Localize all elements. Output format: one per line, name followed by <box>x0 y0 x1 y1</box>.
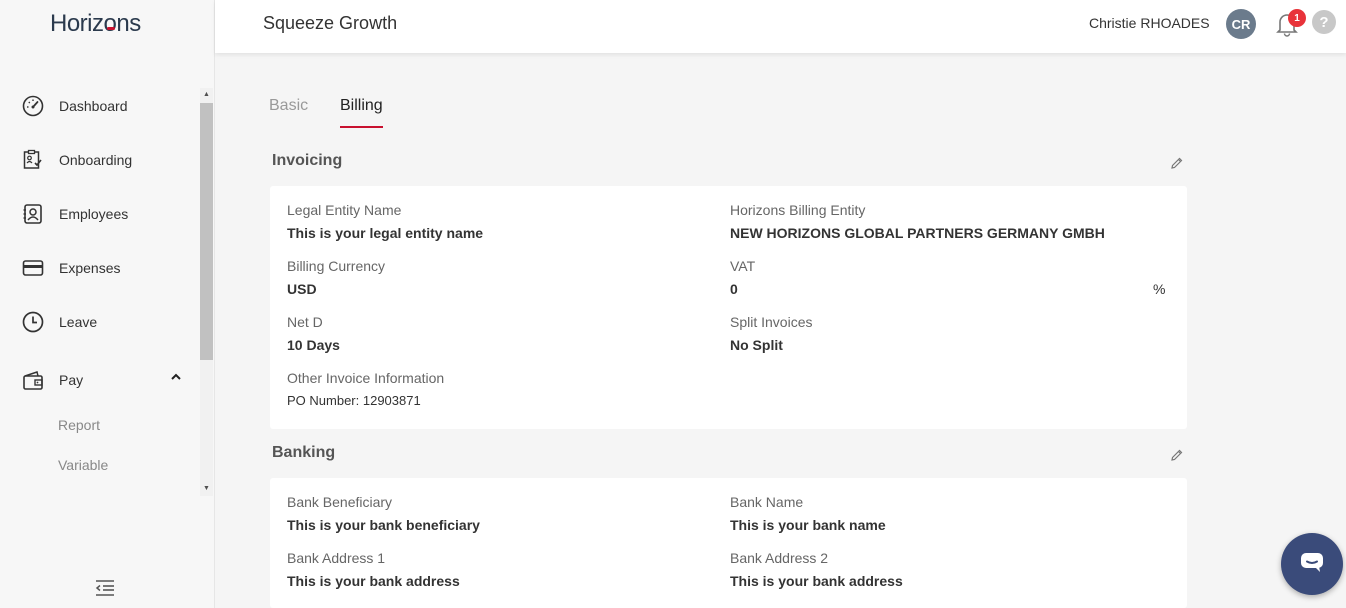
bank-address-1-label: Bank Address 1 <box>287 550 386 566</box>
section-title-banking: Banking <box>272 444 336 461</box>
sidebar-item-label: Leave <box>59 314 98 330</box>
edit-pencil-icon[interactable] <box>1170 156 1184 170</box>
notification-badge: 1 <box>1288 9 1306 27</box>
sidebar-scrollbar-thumb[interactable] <box>200 103 213 360</box>
tab-basic[interactable]: Basic <box>269 97 308 115</box>
page-title: Squeeze Growth <box>263 13 398 33</box>
vat-unit: % <box>1153 281 1166 297</box>
active-tab-indicator <box>340 126 383 128</box>
wallet-icon <box>22 369 44 391</box>
sidebar-item-employees[interactable]: Employees <box>22 200 192 228</box>
sidebar-item-label: Expenses <box>59 260 121 276</box>
bank-name-label: Bank Name <box>730 494 804 510</box>
sidebar-item-expenses[interactable]: Expenses <box>22 254 192 282</box>
scroll-up-arrow-icon[interactable]: ▲ <box>200 89 213 101</box>
sidebar-subitem-report[interactable]: Report <box>58 417 100 433</box>
sidebar-item-dashboard[interactable]: Dashboard <box>22 92 192 120</box>
sidebar-item-pay[interactable]: Pay <box>22 366 192 394</box>
split-invoices-value: No Split <box>730 337 783 353</box>
sidebar-item-label: Pay <box>59 372 84 388</box>
section-title-invoicing: Invoicing <box>272 152 343 169</box>
bank-address-2-label: Bank Address 2 <box>730 550 829 566</box>
vat-value: 0 <box>730 281 738 297</box>
legal-entity-name-label: Legal Entity Name <box>287 202 402 218</box>
credit-card-icon <box>22 257 44 279</box>
vat-label: VAT <box>730 258 756 274</box>
employees-badge-icon <box>22 203 44 225</box>
sidebar-item-onboarding[interactable]: Onboarding <box>22 146 192 174</box>
sidebar-subitem-variable[interactable]: Variable <box>58 457 108 473</box>
help-icon[interactable]: ? <box>1312 10 1336 34</box>
billing-entity-value: NEW HORIZONS GLOBAL PARTNERS GERMANY GMB… <box>730 225 1105 241</box>
avatar[interactable]: CR <box>1226 9 1256 39</box>
sidebar-item-leave[interactable]: Leave <box>22 308 192 336</box>
billing-currency-value: USD <box>287 281 317 297</box>
dashboard-gauge-icon <box>22 95 44 117</box>
onboarding-clipboard-icon <box>22 149 44 171</box>
bank-name-value: This is your bank name <box>730 517 886 533</box>
bank-address-2-value: This is your bank address <box>730 573 903 589</box>
net-d-label: Net D <box>287 314 323 330</box>
chat-bubble-icon <box>1299 550 1325 579</box>
bank-beneficiary-value: This is your bank beneficiary <box>287 517 480 533</box>
sidebar: Horizons Dashboard Onboarding Employees … <box>0 0 215 608</box>
sidebar-item-label: Dashboard <box>59 98 128 114</box>
split-invoices-label: Split Invoices <box>730 314 813 330</box>
sidebar-item-label: Employees <box>59 206 129 222</box>
horizons-logo[interactable]: Horizons <box>50 10 141 38</box>
collapse-sidebar-icon[interactable] <box>94 578 116 598</box>
other-invoice-info-value: PO Number: 12903871 <box>287 393 421 408</box>
top-header: Squeeze Growth Christie RHOADES CR 1 ? <box>215 0 1346 53</box>
chat-launcher-button[interactable] <box>1281 533 1343 595</box>
other-invoice-info-label: Other Invoice Information <box>287 370 445 386</box>
tab-billing[interactable]: Billing <box>340 97 383 115</box>
user-name[interactable]: Christie RHOADES <box>1089 15 1210 31</box>
billing-currency-label: Billing Currency <box>287 258 386 274</box>
edit-pencil-icon[interactable] <box>1170 448 1184 462</box>
net-d-value: 10 Days <box>287 337 340 353</box>
scroll-down-arrow-icon[interactable]: ▼ <box>200 483 213 495</box>
legal-entity-name-value: This is your legal entity name <box>287 225 484 241</box>
bank-beneficiary-label: Bank Beneficiary <box>287 494 393 510</box>
clock-icon <box>22 311 44 333</box>
chevron-up-icon[interactable] <box>170 370 182 388</box>
billing-entity-label: Horizons Billing Entity <box>730 202 866 218</box>
bank-address-1-value: This is your bank address <box>287 573 460 589</box>
sidebar-item-label: Onboarding <box>59 152 133 168</box>
